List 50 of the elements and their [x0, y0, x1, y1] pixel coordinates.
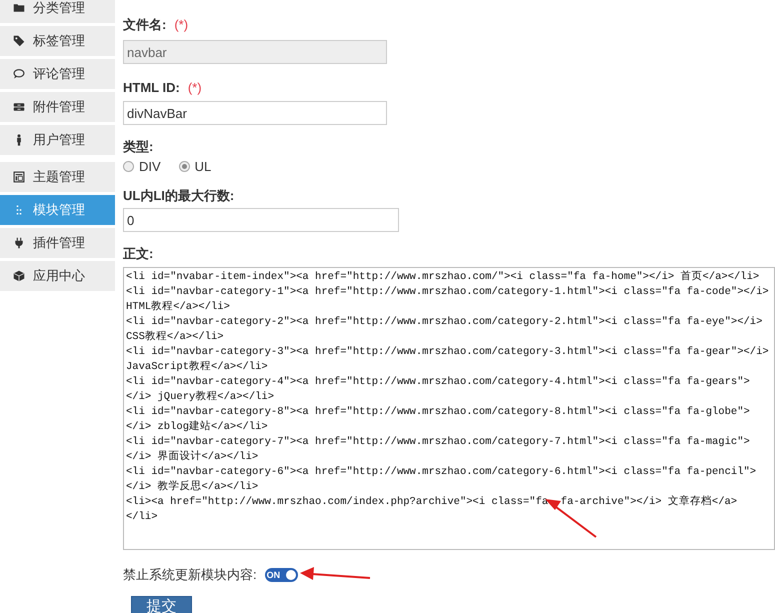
- radio-button[interactable]: [123, 161, 134, 172]
- toggle-switch[interactable]: ON: [264, 568, 298, 582]
- code-line: </i> jQuery教程</a></li>: [126, 390, 276, 405]
- code-line: <li id="navbar-category-8"><a href="http://www.mrszhao.com/category-8.html"><i class="fa fa-globe">: [126, 405, 751, 420]
- code-line: </i> 教学反思</a></li>: [126, 480, 260, 495]
- code-line: <li id="navbar-category-3"><a href="http://www.mrszhao.com/category-3.html"><i class="fa fa-gear"></i>: [126, 345, 770, 360]
- code-line: <li id="navbar-category-4"><a href="http://www.mrszhao.com/category-4.html"><i class="fa fa-gears">: [126, 375, 751, 390]
- field-label: 正文:: [123, 245, 154, 263]
- submit-button[interactable]: 提交: [131, 596, 192, 613]
- toggle-label: 禁止系统更新模块内容:: [123, 566, 257, 584]
- sidebar-item[interactable]: 标签管理: [0, 26, 115, 56]
- required-mark: (*): [174, 17, 188, 32]
- sidebar-item[interactable]: 主题管理: [0, 162, 115, 192]
- code-line: <li id="nvabar-item-index"><a href="http://www.mrszhao.com/"><i class="fa fa-home"></i> 首页</a></li>: [126, 270, 760, 285]
- code-line: <li id="navbar-category-2"><a href="http://www.mrszhao.com/category-2.html"><i class="fa fa-eye"></i>: [126, 315, 764, 330]
- code-line: HTML教程</a></li>: [126, 300, 231, 315]
- field-label: HTML ID:: [123, 80, 180, 95]
- field-label: 类型:: [123, 138, 154, 156]
- radio-label: DIV: [139, 159, 161, 174]
- code-line: <li id="navbar-category-6"><a href="http://www.mrszhao.com/category-6.html"><i class="fa fa-pencil">: [126, 465, 758, 480]
- tag-icon: [13, 35, 25, 47]
- cube-icon: [13, 270, 25, 282]
- field-label: 文件名:: [123, 16, 166, 34]
- code-line: <li id="navbar-category-1"><a href="http://www.mrszhao.com/category-1.html"><i class="fa fa-code"></i>: [126, 285, 770, 300]
- radio-button[interactable]: [178, 161, 190, 172]
- code-line: </i> 界面设计</a></li>: [126, 450, 260, 465]
- annotation-arrow: [300, 567, 370, 580]
- field-label: UL内LI的最大行数:: [123, 187, 234, 205]
- code-line: JavaScript教程</a></li>: [126, 360, 269, 375]
- max-rows-field[interactable]: 0: [123, 208, 399, 232]
- required-mark: (*): [188, 80, 202, 95]
- sidebar-item[interactable]: 插件管理: [0, 228, 115, 258]
- layout-icon: [13, 171, 25, 183]
- plug-icon: [13, 237, 25, 249]
- sidebar-item[interactable]: 附件管理: [0, 92, 115, 122]
- sidebar-item[interactable]: 评论管理: [0, 59, 115, 89]
- sidebar-item[interactable]: 应用中心: [0, 261, 115, 291]
- code-line: </i> zblog建站</a></li>: [126, 420, 269, 435]
- comment-icon: [13, 68, 25, 80]
- code-line: </li>: [126, 510, 159, 525]
- radio-label: UL: [194, 159, 212, 174]
- code-line: CSS教程</a></li>: [126, 330, 225, 345]
- code-line: <li><a href="http://www.mrszhao.com/index.php?archive"><i class="fa fa-archive"></i> 文章存档</a>: [126, 495, 738, 510]
- code-line: <li id="navbar-category-7"><a href="http://www.mrszhao.com/category-7.html"><i class="fa fa-magic">: [126, 435, 751, 450]
- html-id-field[interactable]: divNavBar: [123, 101, 387, 125]
- sidebar-item[interactable]: 用户管理: [0, 125, 115, 155]
- sidebar-item[interactable]: 分类管理: [0, 0, 115, 23]
- archive-icon: [13, 101, 25, 113]
- folder-icon: [13, 2, 25, 14]
- body-text-area[interactable]: [123, 267, 775, 550]
